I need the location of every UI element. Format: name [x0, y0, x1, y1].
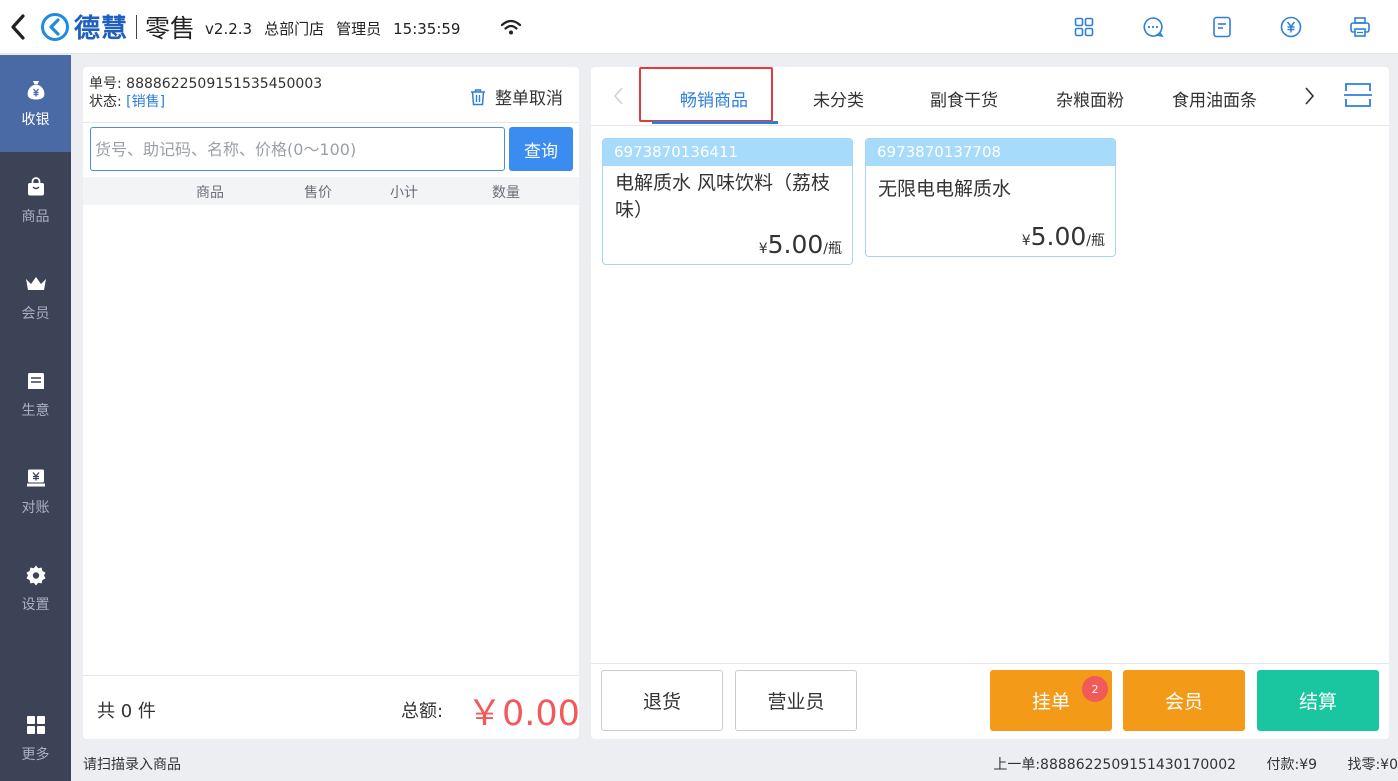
column-header-subtotal: 小计 — [390, 185, 418, 201]
sidebar-item-reconcile[interactable]: 对账 — [0, 443, 71, 540]
sidebar-item-label: 更多 — [21, 746, 50, 763]
layout-toggle-icon[interactable] — [1344, 81, 1372, 109]
grid-icon[interactable] — [1072, 15, 1096, 39]
sidebar-item-checkout[interactable]: 收银 — [0, 55, 71, 152]
sidebar-item-label: 商品 — [21, 208, 50, 225]
tab-next-chevron-icon[interactable] — [1301, 85, 1317, 107]
sidebar-item-label: 设置 — [21, 596, 50, 613]
sidebar-item-label: 会员 — [21, 305, 50, 322]
order-panel: 单号: 8888622509151535450003 状态: [销售] 整单取消… — [83, 67, 580, 739]
brand-logo-icon — [40, 12, 70, 42]
divider — [591, 663, 1389, 664]
item-count: 共 0 件 — [97, 701, 156, 722]
sidebar-item-label: 对账 — [21, 499, 50, 516]
wifi-icon — [500, 18, 522, 36]
return-button[interactable]: 退货 — [601, 670, 723, 731]
top-toolbar — [1072, 0, 1398, 54]
tab-oil-noodles[interactable]: 食用油面条 — [1172, 86, 1257, 111]
scan-hint: 请扫描录入商品 — [83, 757, 181, 773]
product-code: 6973870137708 — [866, 139, 1115, 166]
tab-grains-flour[interactable]: 杂粮面粉 — [1056, 86, 1124, 111]
search-input[interactable] — [90, 127, 505, 171]
order-number-label: 单号: — [89, 76, 122, 92]
checkout-button[interactable]: 结算 — [1257, 670, 1379, 731]
bag-icon — [25, 176, 47, 198]
ledger-icon — [25, 370, 47, 392]
total-label: 总额: — [401, 701, 444, 722]
product-name: 无限电电解质水 — [878, 178, 1012, 200]
product-price: ¥5.00/瓶 — [1021, 222, 1105, 251]
product-name: 零售 — [145, 13, 196, 43]
brand-name: 德慧 — [74, 14, 129, 44]
column-header-quantity: 数量 — [492, 185, 520, 201]
document-icon[interactable] — [1210, 15, 1234, 39]
product-card[interactable]: 6973870137708 无限电电解质水 ¥5.00/瓶 — [865, 138, 1116, 257]
change-amount: 找零:¥0 — [1347, 757, 1398, 773]
tab-dry-goods[interactable]: 副食干货 — [930, 86, 998, 111]
sidebar-item-label: 生意 — [21, 402, 50, 419]
top-bar: 德慧 零售 v2.2.3 总部门店 管理员 15:35:59 — [0, 0, 1398, 54]
store-name: 总部门店 — [264, 20, 325, 38]
active-tab-indicator — [652, 121, 778, 124]
chat-icon[interactable] — [1141, 15, 1165, 39]
tab-prev-chevron-icon[interactable] — [611, 85, 627, 107]
cancel-order-button[interactable]: 整单取消 — [469, 84, 563, 109]
app-version: v2.2.3 — [205, 20, 253, 38]
order-info: 单号: 8888622509151535450003 状态: [销售] — [89, 75, 322, 111]
status-bar: 请扫描录入商品 上一单:8888622509151430170002 付款:¥9… — [71, 742, 1398, 781]
divider — [591, 125, 1389, 126]
clock-time: 15:35:59 — [393, 19, 461, 38]
order-status: [销售] — [126, 94, 166, 110]
tab-uncategorized[interactable]: 未分类 — [813, 86, 864, 111]
money-bag-icon — [25, 79, 47, 101]
yuan-icon[interactable] — [1279, 15, 1303, 39]
trash-icon — [469, 88, 487, 106]
sidebar-item-label: 收银 — [21, 111, 50, 128]
column-header-product: 商品 — [196, 185, 224, 201]
sidebar: 收银 商品 会员 生意 对账 设置 更多 — [0, 55, 71, 781]
order-table-header: 商品 售价 小计 数量 — [83, 177, 579, 205]
product-price: ¥5.00/瓶 — [758, 230, 842, 259]
cancel-order-label: 整单取消 — [495, 89, 563, 109]
printer-icon[interactable] — [1348, 15, 1372, 39]
product-code: 6973870136411 — [603, 139, 852, 166]
divider — [83, 122, 579, 123]
sidebar-item-business[interactable]: 生意 — [0, 346, 71, 443]
hold-order-button[interactable]: 挂单 2 — [990, 670, 1112, 731]
sidebar-item-more[interactable]: 更多 — [0, 697, 71, 781]
tab-bestsellers[interactable]: 畅销商品 — [680, 86, 748, 111]
column-header-price: 售价 — [304, 185, 332, 201]
hold-order-label: 挂单 — [1031, 691, 1070, 713]
back-chevron-icon[interactable] — [0, 0, 36, 54]
sidebar-item-products[interactable]: 商品 — [0, 152, 71, 249]
salesperson-button[interactable]: 营业员 — [735, 670, 857, 731]
last-order: 上一单:8888622509151430170002 — [993, 757, 1237, 773]
product-name: 电解质水 风味饮料（荔枝味） — [615, 172, 831, 221]
member-button[interactable]: 会员 — [1123, 670, 1245, 731]
gear-icon — [25, 564, 47, 586]
product-card[interactable]: 6973870136411 电解质水 风味饮料（荔枝味） ¥5.00/瓶 — [602, 138, 853, 265]
yuan-box-icon — [25, 467, 47, 489]
user-role: 管理员 — [336, 20, 382, 38]
sidebar-item-members[interactable]: 会员 — [0, 249, 71, 346]
query-button[interactable]: 查询 — [509, 127, 573, 171]
catalog-panel: 畅销商品 未分类 副食干货 杂粮面粉 食用油面条 6973870136411 电… — [591, 67, 1389, 739]
order-status-label: 状态: — [89, 94, 122, 110]
order-number: 8888622509151535450003 — [126, 76, 323, 92]
hold-count-badge: 2 — [1082, 676, 1108, 702]
brand-divider — [136, 14, 138, 39]
sidebar-item-settings[interactable]: 设置 — [0, 540, 71, 637]
divider — [83, 675, 579, 676]
status-summary: 上一单:8888622509151430170002 付款:¥9 找零:¥0 — [993, 754, 1398, 774]
apps-icon — [26, 715, 46, 735]
paid-amount: 付款:¥9 — [1266, 757, 1318, 773]
crown-icon — [25, 273, 47, 295]
total-amount: ￥0.00 — [467, 694, 580, 734]
